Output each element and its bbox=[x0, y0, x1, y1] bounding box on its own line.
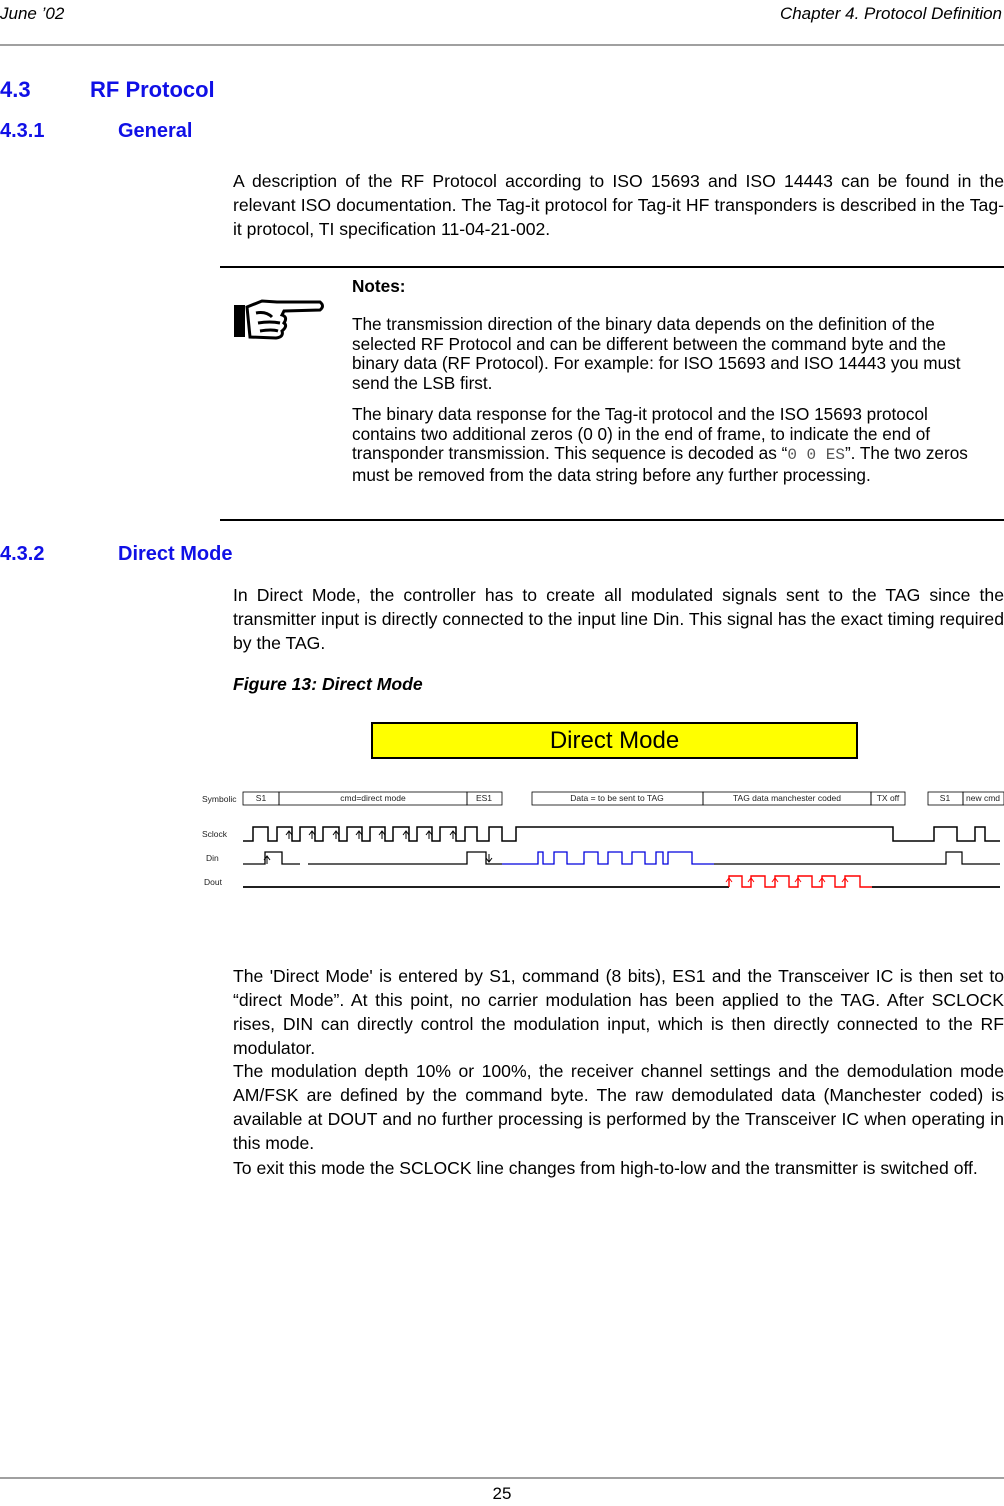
segment-label: TAG data manchester coded bbox=[733, 793, 841, 803]
header-divider bbox=[0, 44, 1004, 46]
notes-title: Notes: bbox=[352, 276, 406, 296]
section-title: RF Protocol bbox=[90, 77, 215, 102]
segment-label: cmd=direct mode bbox=[340, 793, 406, 803]
notes-paragraph-1: The transmission direction of the binary… bbox=[352, 314, 961, 393]
row-label-symbolic: Symbolic bbox=[202, 794, 237, 804]
sclock-rising-edge-arrows bbox=[285, 830, 457, 839]
page-number: 25 bbox=[492, 1484, 512, 1503]
header-chapter: Chapter 4. Protocol Definition bbox=[779, 4, 1002, 23]
subsection-number: 4.3.1 bbox=[0, 120, 45, 142]
din-arrows bbox=[263, 854, 493, 864]
general-paragraph: A description of the RF Protocol accordi… bbox=[233, 171, 1004, 239]
row-label-dout: Dout bbox=[204, 877, 223, 887]
din-waveform-cmd bbox=[243, 851, 502, 865]
body-paragraph-1: The 'Direct Mode' is entered by S1, comm… bbox=[233, 966, 1004, 1058]
segment-label: S1 bbox=[940, 793, 951, 803]
figure-caption: Figure 13: Direct Mode bbox=[233, 674, 423, 694]
section-number: 4.3 bbox=[0, 77, 31, 102]
figure-banner: Direct Mode bbox=[371, 722, 858, 759]
notes-top-rule bbox=[220, 266, 1004, 268]
header-date: June ’02 bbox=[0, 4, 65, 23]
row-label-sclock: Sclock bbox=[202, 829, 228, 839]
segment-label: Data = to be sent to TAG bbox=[570, 793, 663, 803]
direct-mode-paragraph: In Direct Mode, the controller has to cr… bbox=[233, 585, 1004, 653]
segment-label: S1 bbox=[256, 793, 267, 803]
subsection-title: General bbox=[118, 120, 193, 142]
notes-paragraph-2: The binary data response for the Tag-it … bbox=[352, 404, 992, 485]
segment-label: TX off bbox=[877, 793, 900, 803]
pointing-hand-icon bbox=[234, 299, 324, 340]
footer-divider bbox=[0, 1477, 1004, 1479]
segment-label: ES1 bbox=[476, 793, 492, 803]
subsection-title: Direct Mode bbox=[118, 543, 233, 565]
timing-diagram: Symbolic Sclock Din Dout S1 cmd=direct m… bbox=[202, 791, 1004, 888]
din-waveform-tail bbox=[714, 851, 1000, 865]
segment-label: new cmd bbox=[966, 793, 1000, 803]
body-paragraph-2: The modulation depth 10% or 100%, the re… bbox=[233, 1061, 1004, 1153]
dout-rising-edge-arrows bbox=[725, 877, 849, 883]
din-waveform-data bbox=[502, 851, 714, 865]
notes-bottom-rule bbox=[220, 519, 1004, 521]
subsection-number: 4.3.2 bbox=[0, 543, 45, 565]
end-sequence-code: 0 0 ES bbox=[787, 446, 845, 464]
row-label-din: Din bbox=[206, 853, 219, 863]
body-paragraph-3: To exit this mode the SCLOCK line change… bbox=[233, 1158, 978, 1178]
